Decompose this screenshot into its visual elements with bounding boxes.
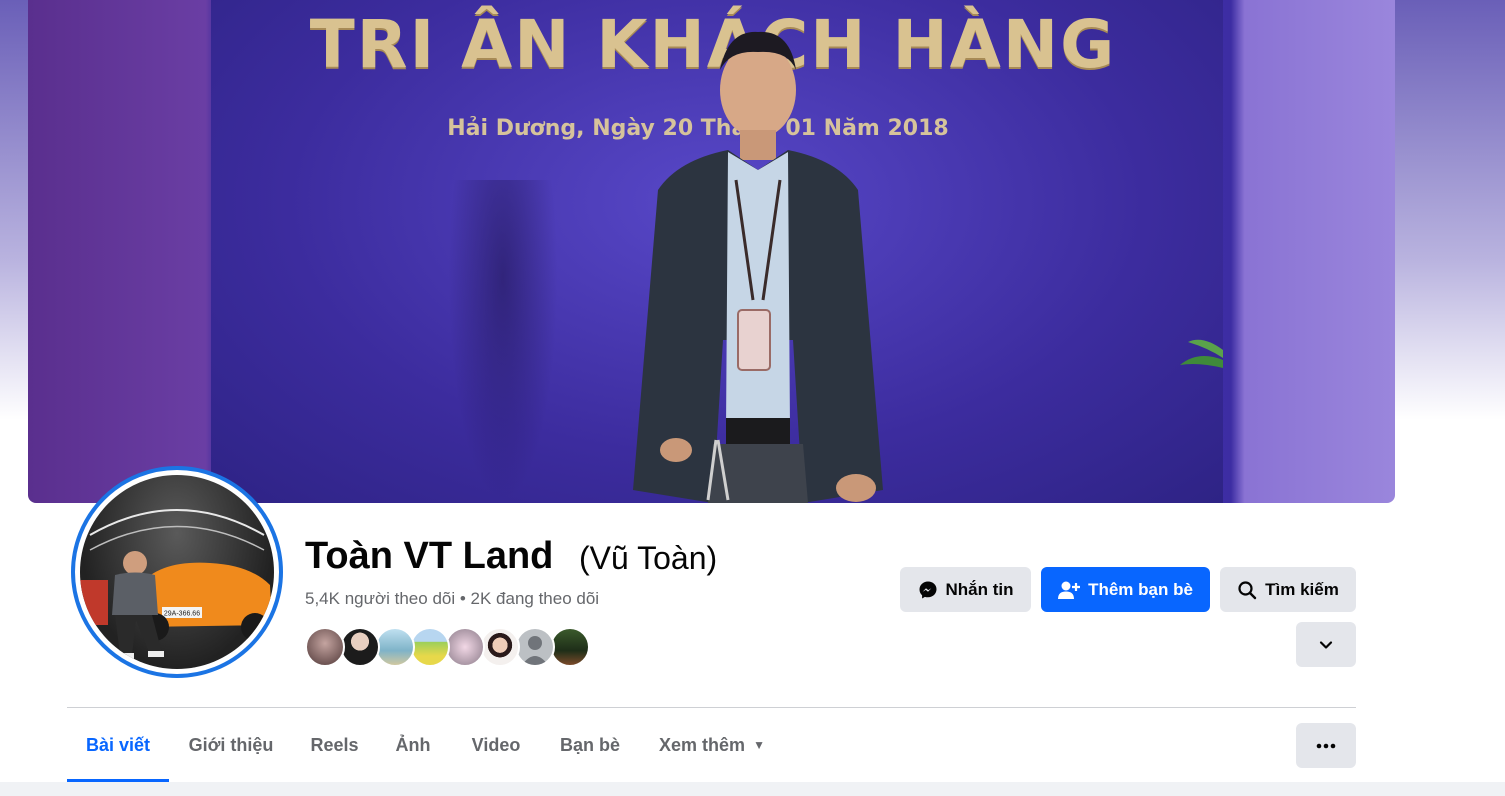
avatar-scene: 29A-366.66: [80, 509, 272, 659]
profile-name: Toàn VT Land: [305, 535, 554, 577]
profile-alternate-name: (Vũ Toàn): [579, 540, 718, 576]
tab-more-label: Xem thêm: [659, 734, 746, 755]
tab-photos[interactable]: Ảnh: [380, 708, 446, 782]
message-button[interactable]: Nhắn tin: [900, 567, 1031, 612]
cover-plant-decoration: [1180, 339, 1223, 368]
more-actions-button[interactable]: [1296, 622, 1356, 667]
more-horizontal-icon: [1316, 743, 1336, 748]
add-friend-icon: [1058, 581, 1081, 599]
messenger-icon: [919, 581, 936, 598]
caret-down-icon: ▼: [753, 738, 765, 752]
tab-posts-label: Bài viết: [85, 734, 151, 755]
search-button[interactable]: Tìm kiếm: [1220, 567, 1356, 612]
tab-about[interactable]: Giới thiệu: [177, 708, 285, 782]
follow-stats[interactable]: 5,4K người theo dõi • 2K đang theo dõi: [305, 589, 599, 609]
profile-options-button[interactable]: [1296, 723, 1356, 768]
cover-shadow-figure: [448, 180, 558, 503]
friend-avatar[interactable]: [550, 627, 590, 667]
tab-about-label: Giới thiệu: [188, 734, 274, 755]
tab-photos-label: Ảnh: [395, 734, 431, 755]
profile-avatar[interactable]: 29A-366.66: [71, 466, 283, 678]
friend-avatar[interactable]: [375, 627, 415, 667]
add-friend-button[interactable]: Thêm bạn bè: [1041, 567, 1210, 612]
page-bottom-strip: [0, 782, 1505, 796]
default-user-icon: [522, 636, 548, 665]
tab-friends-label: Bạn bè: [559, 734, 620, 755]
message-button-label: Nhắn tin: [945, 579, 1014, 599]
friend-avatar[interactable]: [340, 627, 380, 667]
avatar-photo: 29A-366.66: [80, 475, 274, 669]
friend-avatar-default[interactable]: [515, 627, 555, 667]
friend-avatar[interactable]: [410, 627, 450, 667]
avatar-license-plate: 29A-366.66: [164, 611, 200, 618]
tab-videos-label: Video: [471, 734, 521, 755]
tab-posts[interactable]: Bài viết: [67, 708, 169, 782]
chevron-down-icon: [1319, 640, 1333, 649]
search-icon: [1238, 580, 1257, 599]
cover-person-figure: [633, 31, 883, 503]
search-button-label: Tìm kiếm: [1265, 579, 1339, 599]
tab-reels[interactable]: Reels: [297, 708, 372, 782]
tab-more[interactable]: Xem thêm ▼: [647, 708, 777, 782]
tab-friends[interactable]: Bạn bè: [546, 708, 634, 782]
tab-reels-label: Reels: [310, 734, 359, 755]
tab-videos[interactable]: Video: [456, 708, 536, 782]
friend-avatar[interactable]: [480, 627, 520, 667]
add-friend-button-label: Thêm bạn bè: [1088, 579, 1193, 599]
friend-avatar[interactable]: [445, 627, 485, 667]
friend-avatar[interactable]: [305, 627, 345, 667]
cover-photo[interactable]: TRI ÂN KHÁCH HÀNG Hải Dương, Ngày 20 Thá…: [28, 0, 1395, 503]
